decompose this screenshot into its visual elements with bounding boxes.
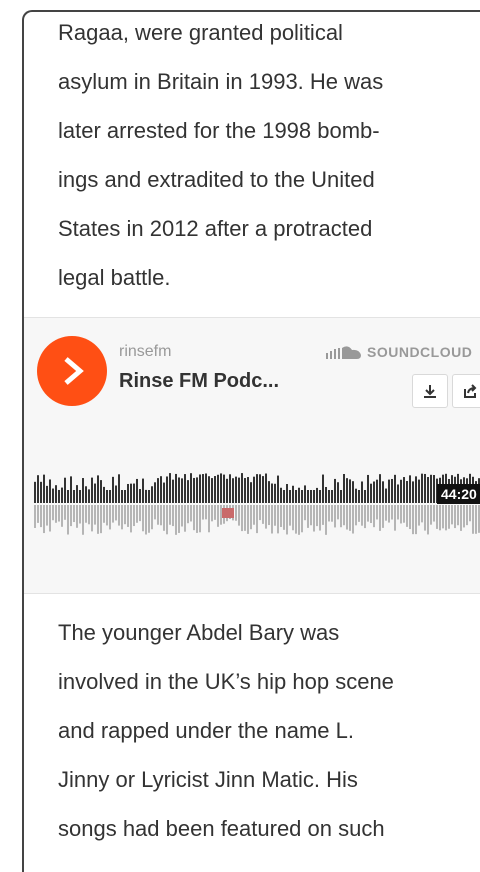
paragraph-line: and rapped under the name L.	[58, 718, 355, 743]
paragraph-line: legal battle.	[58, 265, 171, 290]
soundcloud-cloud-icon	[326, 346, 361, 359]
paragraph-line: Ragaa, were granted political	[58, 20, 343, 45]
download-button[interactable]	[412, 374, 448, 408]
paragraph-line: The younger Abdel Bary was	[58, 620, 340, 645]
comment-marker[interactable]	[222, 508, 234, 518]
share-icon	[464, 384, 477, 398]
soundcloud-logo[interactable]: SOUNDCLOUD	[326, 344, 472, 360]
share-button[interactable]	[452, 374, 480, 408]
track-title-link[interactable]: Rinse FM Podc...	[119, 370, 279, 393]
track-duration: 44:20	[437, 484, 480, 504]
paragraph-line: involved in the UK’s hip hop scene	[58, 669, 394, 694]
soundcloud-label: SOUNDCLOUD	[367, 344, 473, 360]
play-icon	[64, 357, 84, 385]
soundcloud-player: rinsefm Rinse FM Podc... SOUNDCLOUD 44:2…	[24, 317, 480, 594]
track-user-link[interactable]: rinsefm	[119, 343, 171, 361]
play-button[interactable]	[37, 336, 107, 406]
waveform[interactable]	[34, 428, 480, 540]
paragraph-line: later arrested for the 1998 bomb-	[58, 118, 380, 143]
article-paragraph-2: The younger Abdel Bary was involved in t…	[58, 608, 478, 853]
article-paragraph-1: Ragaa, were granted political asylum in …	[58, 8, 478, 302]
paragraph-line: ings and extradited to the United	[58, 167, 375, 192]
paragraph-line: asylum in Britain in 1993. He was	[58, 69, 384, 94]
download-icon	[424, 385, 436, 398]
paragraph-line: songs had been featured on such	[58, 816, 385, 841]
paragraph-line: Jinny or Lyricist Jinn Matic. His	[58, 767, 358, 792]
paragraph-line: States in 2012 after a protracted	[58, 216, 373, 241]
